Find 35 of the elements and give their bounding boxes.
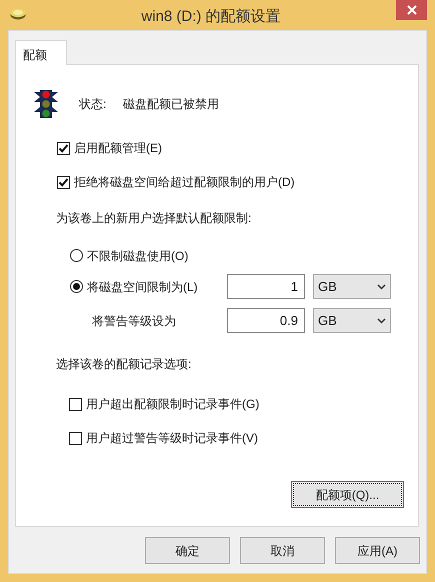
close-button[interactable] [396, 0, 427, 20]
dialog-button[interactable]: 取消 [240, 537, 325, 564]
tab[interactable]: 配额 [15, 40, 67, 65]
checkbox-label: 用户超出配额限制时记录事件(G) [86, 396, 260, 413]
radio-label: 将磁盘空间限制为(L) [87, 278, 199, 296]
dropdown[interactable]: GB [313, 274, 391, 299]
checkbox-label: 拒绝将磁盘空间给超过配额限制的用户(D) [74, 174, 295, 191]
checkbox[interactable] [57, 176, 70, 188]
input-field[interactable]: 0.9 [227, 308, 305, 333]
checkbox-label: 启用配额管理(E) [74, 140, 162, 157]
radio-button[interactable] [70, 280, 83, 293]
dropdown-value: GB [318, 278, 337, 296]
radio-label: 不限制磁盘使用(O) [87, 248, 190, 264]
chevron-icon [377, 318, 386, 324]
section-label: 选择该卷的配额记录选项: [56, 356, 192, 373]
checkbox[interactable] [69, 398, 82, 410]
checkbox[interactable] [69, 432, 82, 444]
chevron-icon [377, 284, 386, 290]
section-label: 为该卷上的新用户选择默认配额限制: [56, 210, 252, 227]
close-icon [406, 5, 416, 15]
checkbox[interactable] [57, 142, 70, 154]
dropdown-value: GB [318, 312, 337, 330]
field-label: 将警告等级设为 [92, 312, 177, 330]
radio-button[interactable] [70, 249, 83, 262]
dialog-button[interactable]: 确定 [145, 537, 230, 564]
quota-entries-button[interactable]: 配额项(Q)... [291, 481, 404, 508]
checkbox-label: 用户超过警告等级时记录事件(V) [86, 430, 258, 447]
status-value: 磁盘配额已被禁用 [123, 96, 219, 112]
dialog-button[interactable]: 应用(A) [335, 537, 420, 564]
window-title: win8 (D:) 的配额设置 [140, 7, 282, 27]
drive-icon [10, 8, 26, 20]
input-field[interactable]: 1 [227, 274, 305, 299]
status-label: 状态: [79, 96, 108, 112]
traffic-light-icon [33, 88, 59, 119]
dropdown[interactable]: GB [313, 308, 391, 333]
